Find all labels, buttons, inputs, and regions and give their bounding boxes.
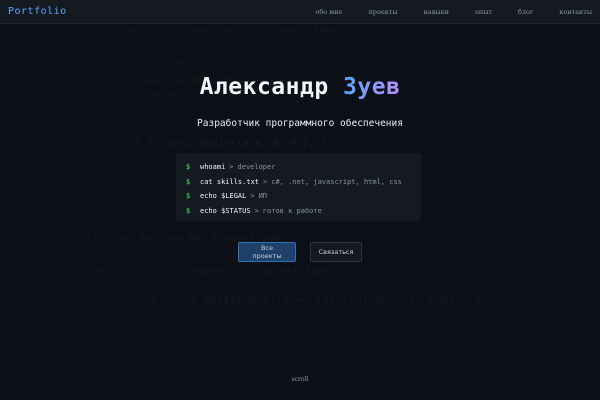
terminal-block: $ whoami > developer $ cat skills.txt > … [176,153,421,221]
terminal-output: ИП [258,192,268,201]
nav-item-experience[interactable]: опыт [475,8,492,16]
terminal-arrow: > [229,163,234,172]
background-code-line: Promise((resolve, reject) => { setTimeou… [0,294,495,307]
nav-item-contacts[interactable]: контакты [559,8,592,16]
background-code-line: users = _db.Users.Where(u => u.Age > 18)… [0,58,201,66]
terminal-line: $ cat skills.txt > c#, .net, javascript,… [186,175,411,190]
terminal-output: готов к работе [262,206,322,215]
hero-last-name: Зуев [343,74,401,100]
terminal-command: whoami [200,163,226,172]
terminal-line: $ echo $LEGAL > ИП [186,189,411,204]
background-code-line: localStorage.setItem('token', JSON.strin… [34,334,271,342]
terminal-line: $ whoami > developer [186,160,411,175]
hero-buttons: Все проекты Связаться [0,242,600,262]
nav-item-blog[interactable]: блог [518,8,533,16]
terminal-command: cat skills.txt [200,177,260,186]
hero-section: Александр Зуев Разработчик программного … [0,74,600,129]
nav-item-skills[interactable]: навыки [424,8,449,16]
hero-name: Александр Зуев [0,74,600,100]
terminal-arrow: > [250,192,255,201]
background-code-line: t fetch(url, {method: 'POST', headers: {… [10,266,354,277]
hero-first-name: Александр [199,74,329,100]
terminal-command: echo $STATUS [200,206,251,215]
top-navbar: Portfolio обо мне проекты навыки опыт бл… [0,0,600,24]
terminal-prompt: $ [186,177,191,186]
nav-item-projects[interactable]: проекты [368,8,397,16]
terminal-arrow: > [263,177,268,186]
terminal-output: developer [237,163,276,172]
nav-item-about[interactable]: обо мне [315,8,342,16]
terminal-arrow: > [254,206,259,215]
main-nav: обо мне проекты навыки опыт блог контакт… [289,8,592,16]
hero-subtitle: Разработчик программного обеспечения [197,118,403,129]
terminal-command: echo $LEGAL [200,192,247,201]
background-code-line: <svg viewBox="0 0 24 24" fill="none" str… [34,348,473,358]
contact-button[interactable]: Связаться [310,242,362,262]
terminal-prompt: $ [186,192,191,201]
terminal-prompt: $ [186,206,191,215]
scroll-indicator[interactable]: scroll [0,376,600,383]
terminal-line: $ echo $STATUS > готов к работе [186,204,411,219]
terminal-prompt: $ [186,163,191,172]
terminal-output: c#, .net, javascript, html, css [271,177,402,186]
background-code-line: transition: all 0.3s cubic-bezier(0.4, 0… [38,138,340,149]
brand-logo-link[interactable]: Portfolio [8,6,67,17]
background-code-line: d-template-columns: repeat(auto-fill, mi… [0,25,338,34]
all-projects-button[interactable]: Все проекты [238,242,296,262]
